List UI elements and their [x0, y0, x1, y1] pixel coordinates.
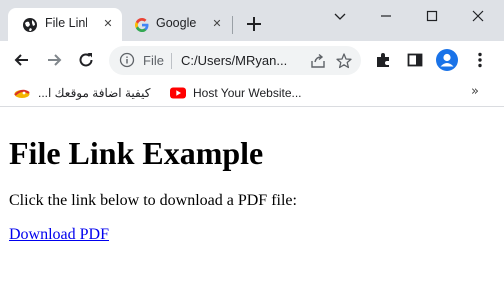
kebab-menu-icon[interactable] [470, 50, 490, 70]
new-tab-plus-icon[interactable] [244, 14, 264, 34]
back-arrow-icon[interactable] [12, 50, 32, 70]
bookmark-arabic[interactable]: كيفية اضافة موقعك ا... [13, 84, 155, 102]
tab-file-link[interactable]: File Link ✕ [8, 8, 122, 41]
omnibox-divider [171, 53, 172, 69]
globe-icon [23, 18, 37, 32]
address-bar[interactable]: File C:/Users/MRyan... [109, 46, 361, 75]
forward-arrow-icon[interactable] [44, 50, 64, 70]
profile-avatar[interactable] [436, 49, 458, 71]
person-icon [440, 53, 454, 67]
page-title: File Link Example [9, 135, 264, 171]
star-icon[interactable] [335, 52, 353, 70]
tab-title: Google [156, 16, 197, 30]
download-pdf-link[interactable]: Download PDF [9, 226, 109, 244]
url-scheme-label: File [143, 53, 164, 68]
close-icon[interactable]: ✕ [211, 18, 223, 30]
window-close-icon[interactable] [464, 6, 492, 26]
youtube-icon [170, 87, 186, 99]
extensions-puzzle-icon[interactable] [373, 50, 393, 70]
bookmark-host-your-website[interactable]: Host Your Website... [169, 84, 304, 102]
url-text[interactable]: C:/Users/MRyan... [181, 53, 303, 68]
side-panel-icon[interactable] [405, 50, 425, 70]
reload-icon[interactable] [76, 50, 96, 70]
share-icon[interactable] [309, 52, 327, 70]
tab-strip: File Link ✕ Google ✕ [0, 0, 504, 41]
tab-title: File Link [45, 16, 87, 30]
tab-google[interactable]: Google ✕ [122, 8, 234, 41]
browser-toolbar: File C:/Users/MRyan... [0, 41, 504, 79]
bookmark-favicon-icon [14, 89, 30, 98]
minimize-icon[interactable] [372, 6, 400, 26]
info-icon[interactable] [119, 52, 135, 68]
bookmark-label: Host Your Website... [193, 86, 302, 100]
google-icon [135, 18, 149, 32]
bookmarks-overflow-chevron-icon[interactable]: » [471, 84, 485, 102]
page-content: File Link Example Click the link below t… [0, 112, 504, 299]
bookmark-label: كيفية اضافة موقعك ا... [38, 86, 151, 100]
chevron-down-icon[interactable] [326, 6, 354, 26]
close-icon[interactable]: ✕ [102, 18, 114, 30]
maximize-icon[interactable] [418, 6, 446, 26]
page-paragraph: Click the link below to download a PDF f… [9, 192, 297, 209]
tab-divider [232, 16, 233, 34]
bookmarks-bar: كيفية اضافة موقعك ا... Host Your Website… [0, 79, 504, 107]
